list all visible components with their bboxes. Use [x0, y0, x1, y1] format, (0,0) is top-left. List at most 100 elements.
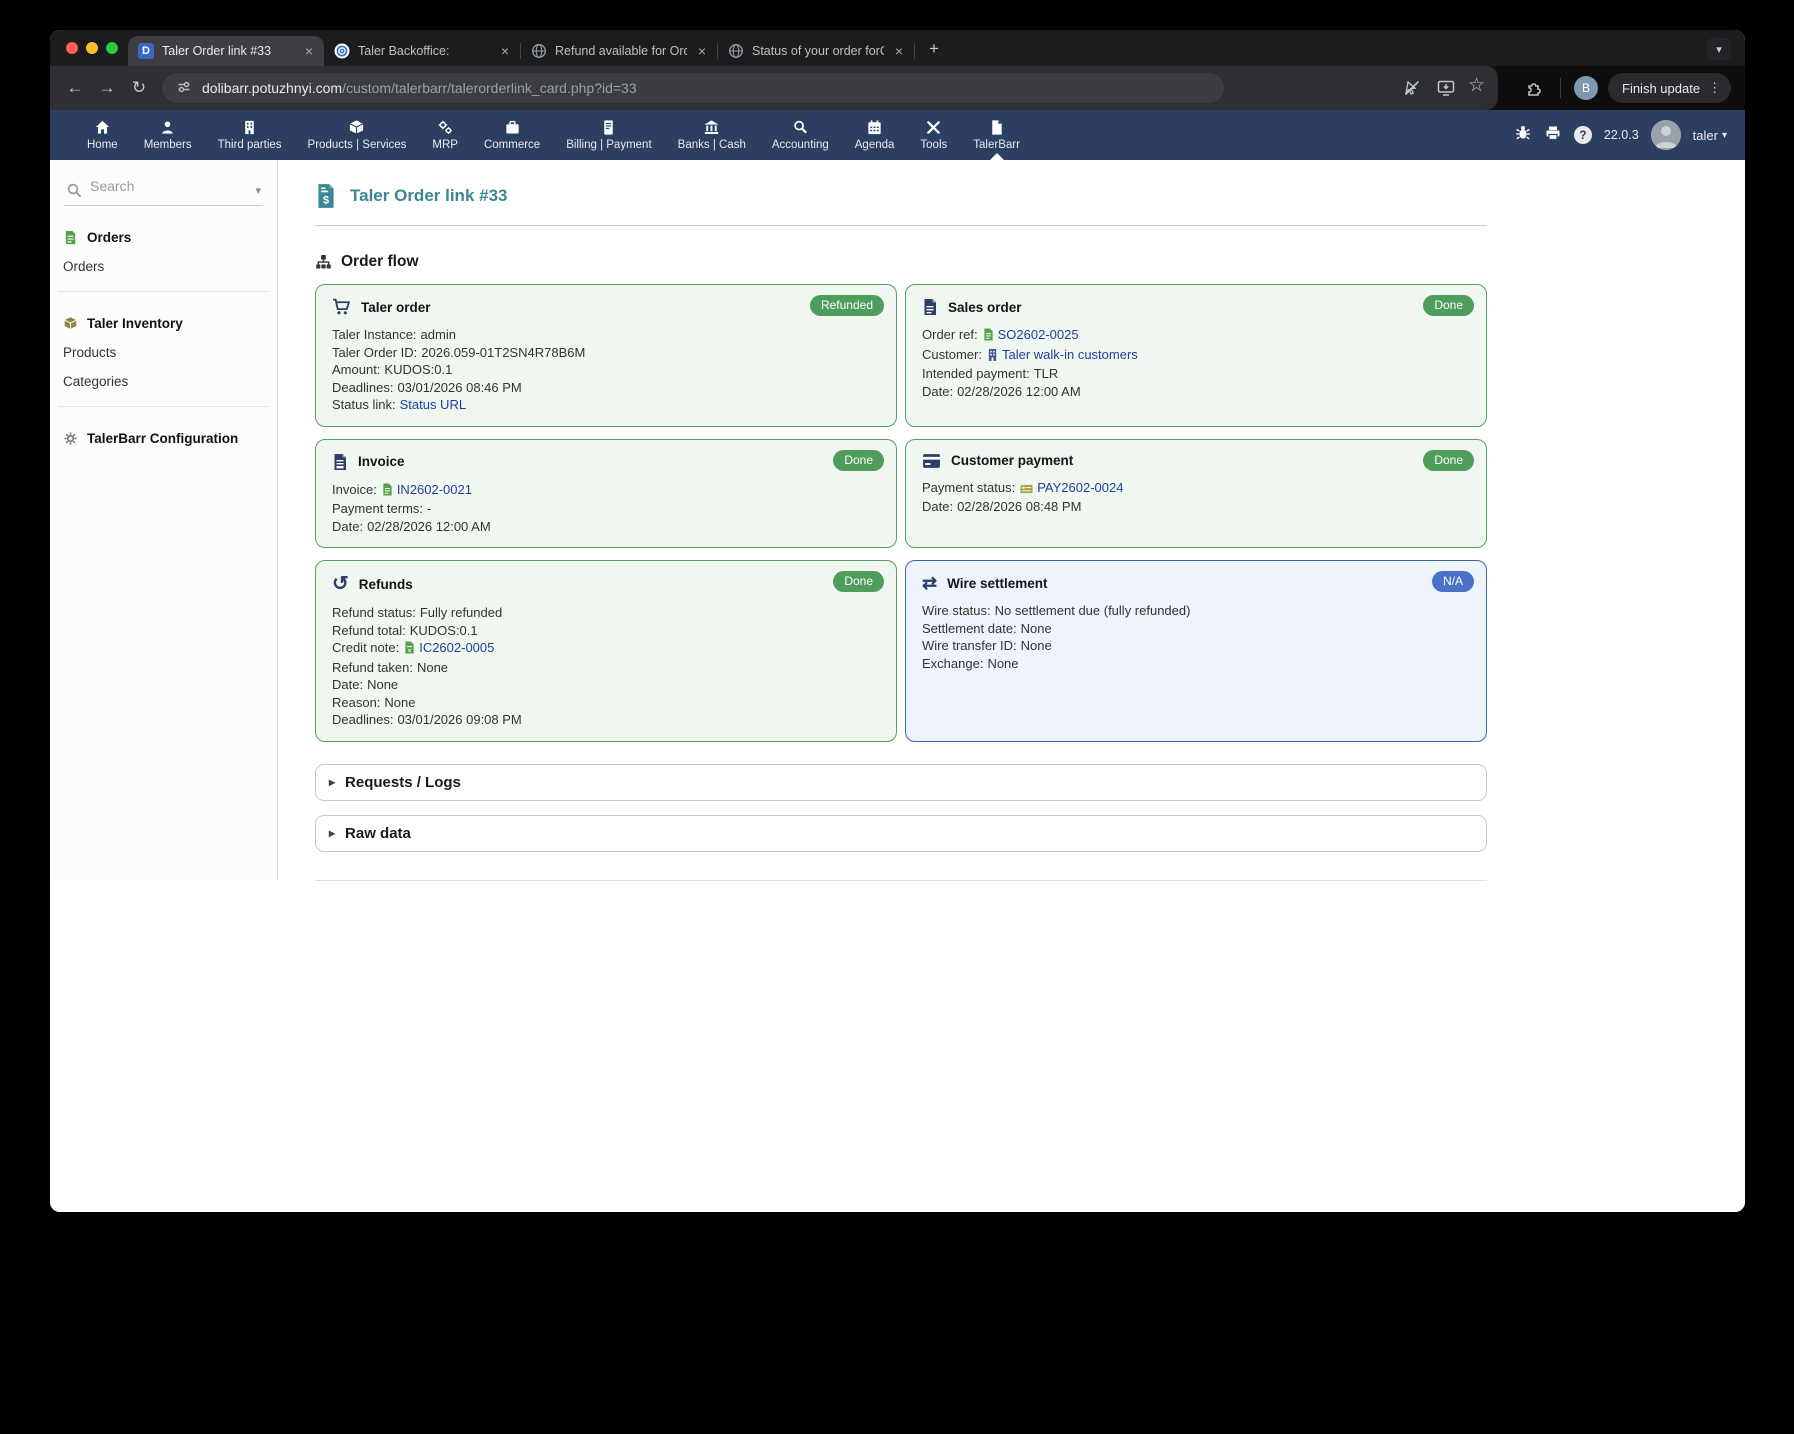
user-menu[interactable]: taler ▾ — [1693, 128, 1727, 143]
menu-talerbarr[interactable]: TalerBarr — [960, 110, 1033, 160]
field-label: Wire status: — [922, 603, 991, 618]
url-host: dolibarr.potuzhnyi.com — [202, 80, 342, 96]
status-url-link[interactable]: Status URL — [400, 397, 466, 412]
help-icon[interactable]: ? — [1574, 126, 1592, 144]
card-title-text: Refunds — [359, 577, 413, 592]
field-label: Settlement date: — [922, 621, 1017, 636]
site-settings-icon[interactable] — [176, 79, 192, 98]
orders-doc-icon — [63, 230, 78, 245]
address-bar[interactable]: dolibarr.potuzhnyi.com/custom/talerbarr/… — [162, 73, 1224, 103]
tab-order-status[interactable]: Status of your order forOrder × — [718, 36, 914, 66]
print-icon[interactable] — [1544, 124, 1562, 147]
tab-search-chevron-button[interactable]: ▾ — [1707, 38, 1731, 60]
field-label: Order ref: — [922, 327, 978, 342]
menu-tools[interactable]: Tools — [907, 110, 960, 160]
menu-billing-payment[interactable]: Billing | Payment — [553, 110, 664, 160]
finish-update-button[interactable]: Finish update ⋮ — [1608, 73, 1731, 103]
tab-refund-available[interactable]: Refund available for Order to × — [521, 36, 717, 66]
cart-icon — [332, 298, 351, 316]
bank-icon — [703, 119, 720, 136]
card-title-text: Wire settlement — [947, 576, 1047, 591]
menu-home[interactable]: Home — [74, 110, 131, 160]
user-name: taler — [1693, 128, 1718, 143]
invoice-link[interactable]: IN2602-0021 — [397, 482, 472, 497]
field-label: Status link: — [332, 397, 396, 412]
raw-data-expander[interactable]: ▸ Raw data — [315, 815, 1487, 852]
sidebar-section-talerbarr-configuration[interactable]: TalerBarr Configuration — [50, 431, 277, 446]
user-avatar[interactable] — [1651, 120, 1681, 150]
order-flow-grid: Taler order Refunded Taler Instance:admi… — [315, 284, 1487, 742]
menu-banks-cash[interactable]: Banks | Cash — [665, 110, 759, 160]
requests-logs-expander[interactable]: ▸ Requests / Logs — [315, 764, 1487, 801]
field-label: Taler Order ID: — [332, 345, 417, 360]
credit-card-icon — [922, 453, 941, 469]
sidebar-section-taler-inventory[interactable]: Taler Inventory — [50, 316, 277, 331]
payment-link[interactable]: PAY2602-0024 — [1037, 480, 1123, 495]
pointer-blocked-icon[interactable] — [1402, 78, 1422, 98]
menu-label: Commerce — [484, 139, 540, 151]
field-value: None — [1021, 621, 1052, 636]
close-tab-icon[interactable]: × — [892, 43, 906, 59]
title-divider — [315, 225, 1487, 226]
expand-triangle-icon: ▸ — [329, 775, 335, 789]
tab-separator — [914, 43, 915, 59]
calendar-icon — [866, 119, 883, 136]
field-value: None — [1021, 638, 1052, 653]
chevron-down-icon: ▾ — [1722, 130, 1727, 141]
field-label: Date: — [332, 677, 363, 692]
field-value: 03/01/2026 08:46 PM — [397, 380, 521, 395]
bookmark-star-icon[interactable]: ☆ — [1468, 74, 1488, 94]
field-label: Wire transfer ID: — [922, 638, 1017, 653]
sidebar-item-categories[interactable]: Categories — [50, 374, 277, 389]
field-label: Refund status: — [332, 605, 416, 620]
close-tab-icon[interactable]: × — [302, 43, 316, 59]
tab-taler-backoffice[interactable]: Taler Backoffice: × — [324, 36, 520, 66]
customer-link[interactable]: Taler walk-in customers — [1002, 347, 1138, 362]
sidebar-item-products[interactable]: Products — [50, 345, 277, 360]
sales-order-link[interactable]: SO2602-0025 — [998, 327, 1079, 342]
profile-avatar[interactable]: B — [1574, 76, 1598, 100]
menu-products-services[interactable]: Products | Services — [295, 110, 420, 160]
transfer-arrows-icon: ⇄ — [922, 574, 937, 592]
menu-commerce[interactable]: Commerce — [471, 110, 553, 160]
maximize-window-button[interactable] — [106, 42, 118, 54]
menu-members[interactable]: Members — [131, 110, 205, 160]
bill-icon — [600, 119, 617, 136]
browser-menu-icon[interactable]: ⋮ — [1708, 80, 1721, 96]
search-input[interactable] — [90, 178, 260, 194]
new-tab-button[interactable]: + — [921, 36, 947, 62]
globe-favicon-icon — [728, 43, 744, 59]
menu-accounting[interactable]: Accounting — [759, 110, 842, 160]
tab-taler-order-link[interactable]: D Taler Order link #33 × — [128, 36, 324, 66]
menu-third-parties[interactable]: Third parties — [205, 110, 295, 160]
close-window-button[interactable] — [66, 42, 78, 54]
tab-title: Status of your order forOrder — [752, 44, 884, 58]
field-label: Amount: — [332, 362, 380, 377]
debug-bug-icon[interactable] — [1514, 124, 1532, 147]
back-button[interactable]: ← — [62, 75, 88, 101]
field-label: Taler Instance: — [332, 327, 417, 342]
credit-note-link[interactable]: IC2602-0005 — [419, 640, 494, 655]
window-controls — [66, 42, 118, 54]
reload-button[interactable]: ↻ — [126, 75, 152, 101]
extensions-puzzle-icon[interactable] — [1524, 78, 1544, 98]
install-icon[interactable] — [1436, 78, 1456, 98]
field-value: None — [987, 656, 1018, 671]
close-tab-icon[interactable]: × — [498, 43, 512, 59]
close-tab-icon[interactable]: × — [695, 43, 709, 59]
expand-triangle-icon: ▸ — [329, 826, 335, 840]
minimize-window-button[interactable] — [86, 42, 98, 54]
menu-label: Home — [87, 139, 118, 151]
forward-button[interactable]: → — [94, 75, 120, 101]
document-icon — [922, 298, 938, 316]
sidebar-item-orders[interactable]: Orders — [50, 259, 277, 274]
menu-agenda[interactable]: Agenda — [842, 110, 908, 160]
inventory-box-icon — [63, 316, 78, 331]
menu-mrp[interactable]: MRP — [419, 110, 471, 160]
globe-favicon-icon — [531, 43, 547, 59]
version-number: 22.0.3 — [1604, 128, 1639, 142]
field-value: None — [384, 695, 415, 710]
search-caret-icon[interactable]: ▾ — [255, 184, 261, 197]
sidebar-section-orders[interactable]: Orders — [50, 230, 277, 245]
tab-title: Refund available for Order to — [555, 44, 687, 58]
